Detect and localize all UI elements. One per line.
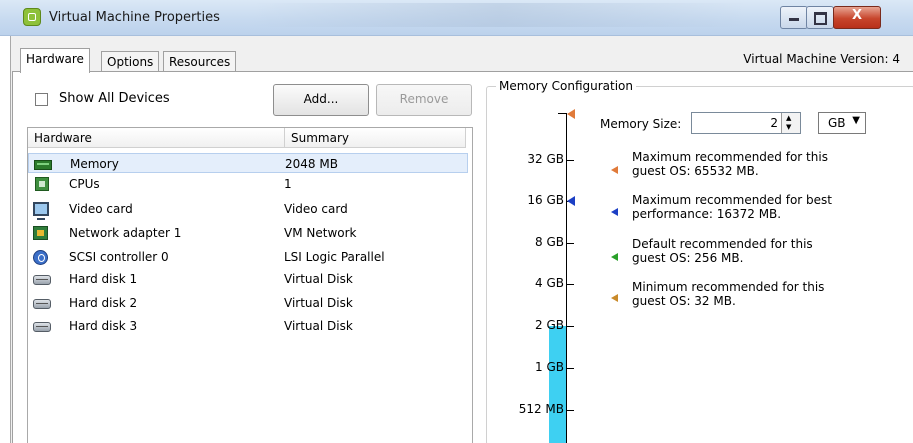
table-row[interactable]: Memory 2048 MB <box>28 153 468 173</box>
network-adapter-icon <box>33 226 48 240</box>
note-line: guest OS: 65532 MB. <box>632 164 759 178</box>
hard-disk-icon <box>33 299 51 309</box>
show-all-devices-checkbox[interactable] <box>35 93 48 106</box>
scale-tick <box>566 284 574 285</box>
max-os-marker-icon <box>567 109 575 119</box>
remove-button[interactable]: Remove <box>376 84 472 116</box>
row-name: Memory <box>70 157 119 171</box>
row-summary: LSI Logic Parallel <box>284 250 385 264</box>
table-row[interactable]: Network adapter 1 VM Network <box>28 223 468 243</box>
row-name: Hard disk 3 <box>69 319 138 333</box>
row-summary: VM Network <box>284 226 357 240</box>
close-icon: X <box>851 8 863 23</box>
memory-size-label: Memory Size: <box>600 117 682 131</box>
tab-options[interactable]: Options <box>101 51 160 72</box>
scale-tick <box>558 113 566 114</box>
scale-tick <box>566 368 574 369</box>
note-line: guest OS: 256 MB. <box>632 251 744 265</box>
table-row[interactable]: Hard disk 2 Virtual Disk <box>28 293 468 313</box>
memory-scale-axis <box>566 113 567 443</box>
scale-label: 16 GB <box>527 193 564 207</box>
table-row[interactable]: CPUs 1 <box>28 174 468 194</box>
note-line: guest OS: 32 MB. <box>632 294 736 308</box>
scsi-controller-icon <box>33 250 48 265</box>
vm-properties-window: Virtual Machine Properties X Hardware Op… <box>0 0 913 443</box>
table-row[interactable]: Hard disk 3 Virtual Disk <box>28 316 468 336</box>
window-title: Virtual Machine Properties <box>49 10 220 25</box>
note-line: Maximum recommended for this <box>632 150 828 164</box>
row-name: SCSI controller 0 <box>69 250 169 264</box>
note-line: Minimum recommended for this <box>632 280 825 294</box>
memory-icon <box>34 160 52 170</box>
column-header-summary[interactable]: Summary <box>285 128 466 148</box>
memory-size-input[interactable]: 2 ▲ ▼ <box>691 112 801 134</box>
max-performance-marker-icon <box>567 196 575 206</box>
row-summary: 1 <box>284 177 292 191</box>
scale-tick <box>566 326 574 327</box>
row-name: Hard disk 1 <box>69 272 138 286</box>
note-default: Default recommended for this guest OS: 2… <box>632 237 813 265</box>
vm-version-label: Virtual Machine Version: 4 <box>743 52 900 66</box>
hardware-table: Hardware Summary Memory 2048 MB CPUs 1 V… <box>27 127 473 443</box>
max-os-legend-icon <box>611 166 618 174</box>
note-max-performance: Maximum recommended for best performance… <box>632 193 832 221</box>
close-button[interactable]: X <box>833 6 881 29</box>
maximize-icon <box>807 9 833 25</box>
row-summary: Video card <box>284 202 348 216</box>
min-os-legend-icon <box>611 294 618 302</box>
monitor-icon <box>33 202 49 220</box>
hard-disk-icon <box>33 275 51 285</box>
memory-size-value: 2 <box>770 116 778 130</box>
row-summary: Virtual Disk <box>284 319 353 333</box>
memory-configuration-title: Memory Configuration <box>496 79 636 93</box>
row-summary: Virtual Disk <box>284 272 353 286</box>
scale-label: 8 GB <box>535 235 564 249</box>
title-bar[interactable]: Virtual Machine Properties X <box>0 0 913 36</box>
app-icon <box>23 8 41 26</box>
scale-label: 2 GB <box>535 318 564 332</box>
memory-unit-select[interactable]: GB ▼ <box>818 112 866 134</box>
row-summary: Virtual Disk <box>284 296 353 310</box>
tab-hardware[interactable]: Hardware <box>20 48 90 73</box>
add-button[interactable]: Add... <box>273 84 369 116</box>
note-line: Default recommended for this <box>632 237 813 251</box>
chevron-down-icon: ▼ <box>852 115 860 126</box>
cpu-icon <box>35 177 49 191</box>
row-summary: 2048 MB <box>285 157 338 171</box>
memory-level-bar[interactable] <box>549 326 566 443</box>
row-name: Hard disk 2 <box>69 296 138 310</box>
scale-tick <box>566 410 574 411</box>
minimize-button[interactable] <box>780 6 808 29</box>
note-line: Maximum recommended for best <box>632 193 833 207</box>
row-name: CPUs <box>69 177 100 191</box>
scale-label: 32 GB <box>527 152 564 166</box>
scale-tick <box>566 160 574 161</box>
row-name: Network adapter 1 <box>69 226 182 240</box>
maximize-button[interactable] <box>806 6 834 29</box>
memory-unit-value: GB <box>828 116 846 130</box>
spin-down-icon[interactable]: ▼ <box>786 123 791 131</box>
scale-label: 512 MB <box>518 402 564 416</box>
row-name: Video card <box>69 202 133 216</box>
table-row[interactable]: Video card Video card <box>28 199 468 220</box>
table-row[interactable]: Hard disk 1 Virtual Disk <box>28 269 468 289</box>
note-line: performance: 16372 MB. <box>632 207 782 221</box>
tab-resources[interactable]: Resources <box>163 51 237 72</box>
memory-size-spinner[interactable]: ▲ ▼ <box>781 113 800 133</box>
column-header-hardware[interactable]: Hardware <box>28 128 285 148</box>
note-max-os: Maximum recommended for this guest OS: 6… <box>632 150 828 178</box>
scale-label: 1 GB <box>535 360 564 374</box>
spin-up-icon[interactable]: ▲ <box>786 114 791 122</box>
background-window-blur <box>250 3 750 27</box>
show-all-devices-label[interactable]: Show All Devices <box>59 91 170 106</box>
table-row[interactable]: SCSI controller 0 LSI Logic Parallel <box>28 247 468 267</box>
default-legend-icon <box>611 253 618 261</box>
note-min-os: Minimum recommended for this guest OS: 3… <box>632 280 824 308</box>
minimize-icon <box>781 9 807 21</box>
hard-disk-icon <box>33 322 51 332</box>
max-performance-legend-icon <box>611 208 618 216</box>
scale-label: 4 GB <box>535 276 564 290</box>
scale-tick <box>566 243 574 244</box>
